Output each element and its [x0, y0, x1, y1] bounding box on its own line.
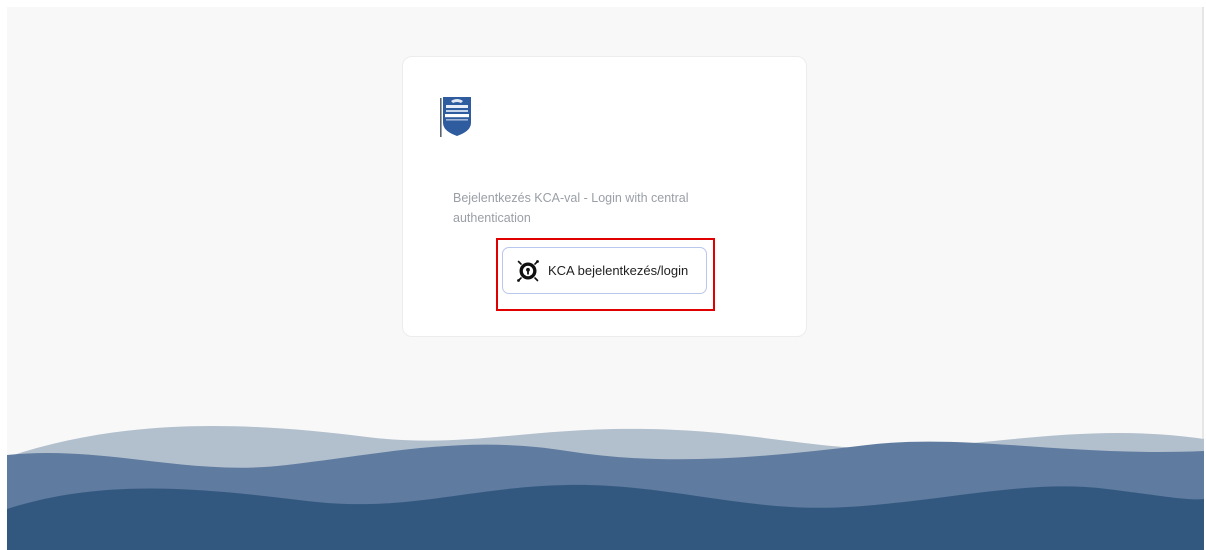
kca-login-button-label: KCA bejelentkezés/login [548, 263, 689, 278]
kca-login-button[interactable]: KCA bejelentkezés/login [502, 247, 707, 294]
login-card: Bejelentkezés KCA-val - Login with centr… [402, 56, 807, 337]
keyhole-badge-icon [517, 259, 539, 282]
login-subtitle: Bejelentkezés KCA-val - Login with centr… [453, 191, 689, 225]
page-viewport: Bejelentkezés KCA-val - Login with centr… [7, 7, 1204, 550]
university-shield-logo-icon [440, 97, 471, 137]
decorative-waves [7, 425, 1204, 550]
wave-dark [7, 484, 1204, 550]
